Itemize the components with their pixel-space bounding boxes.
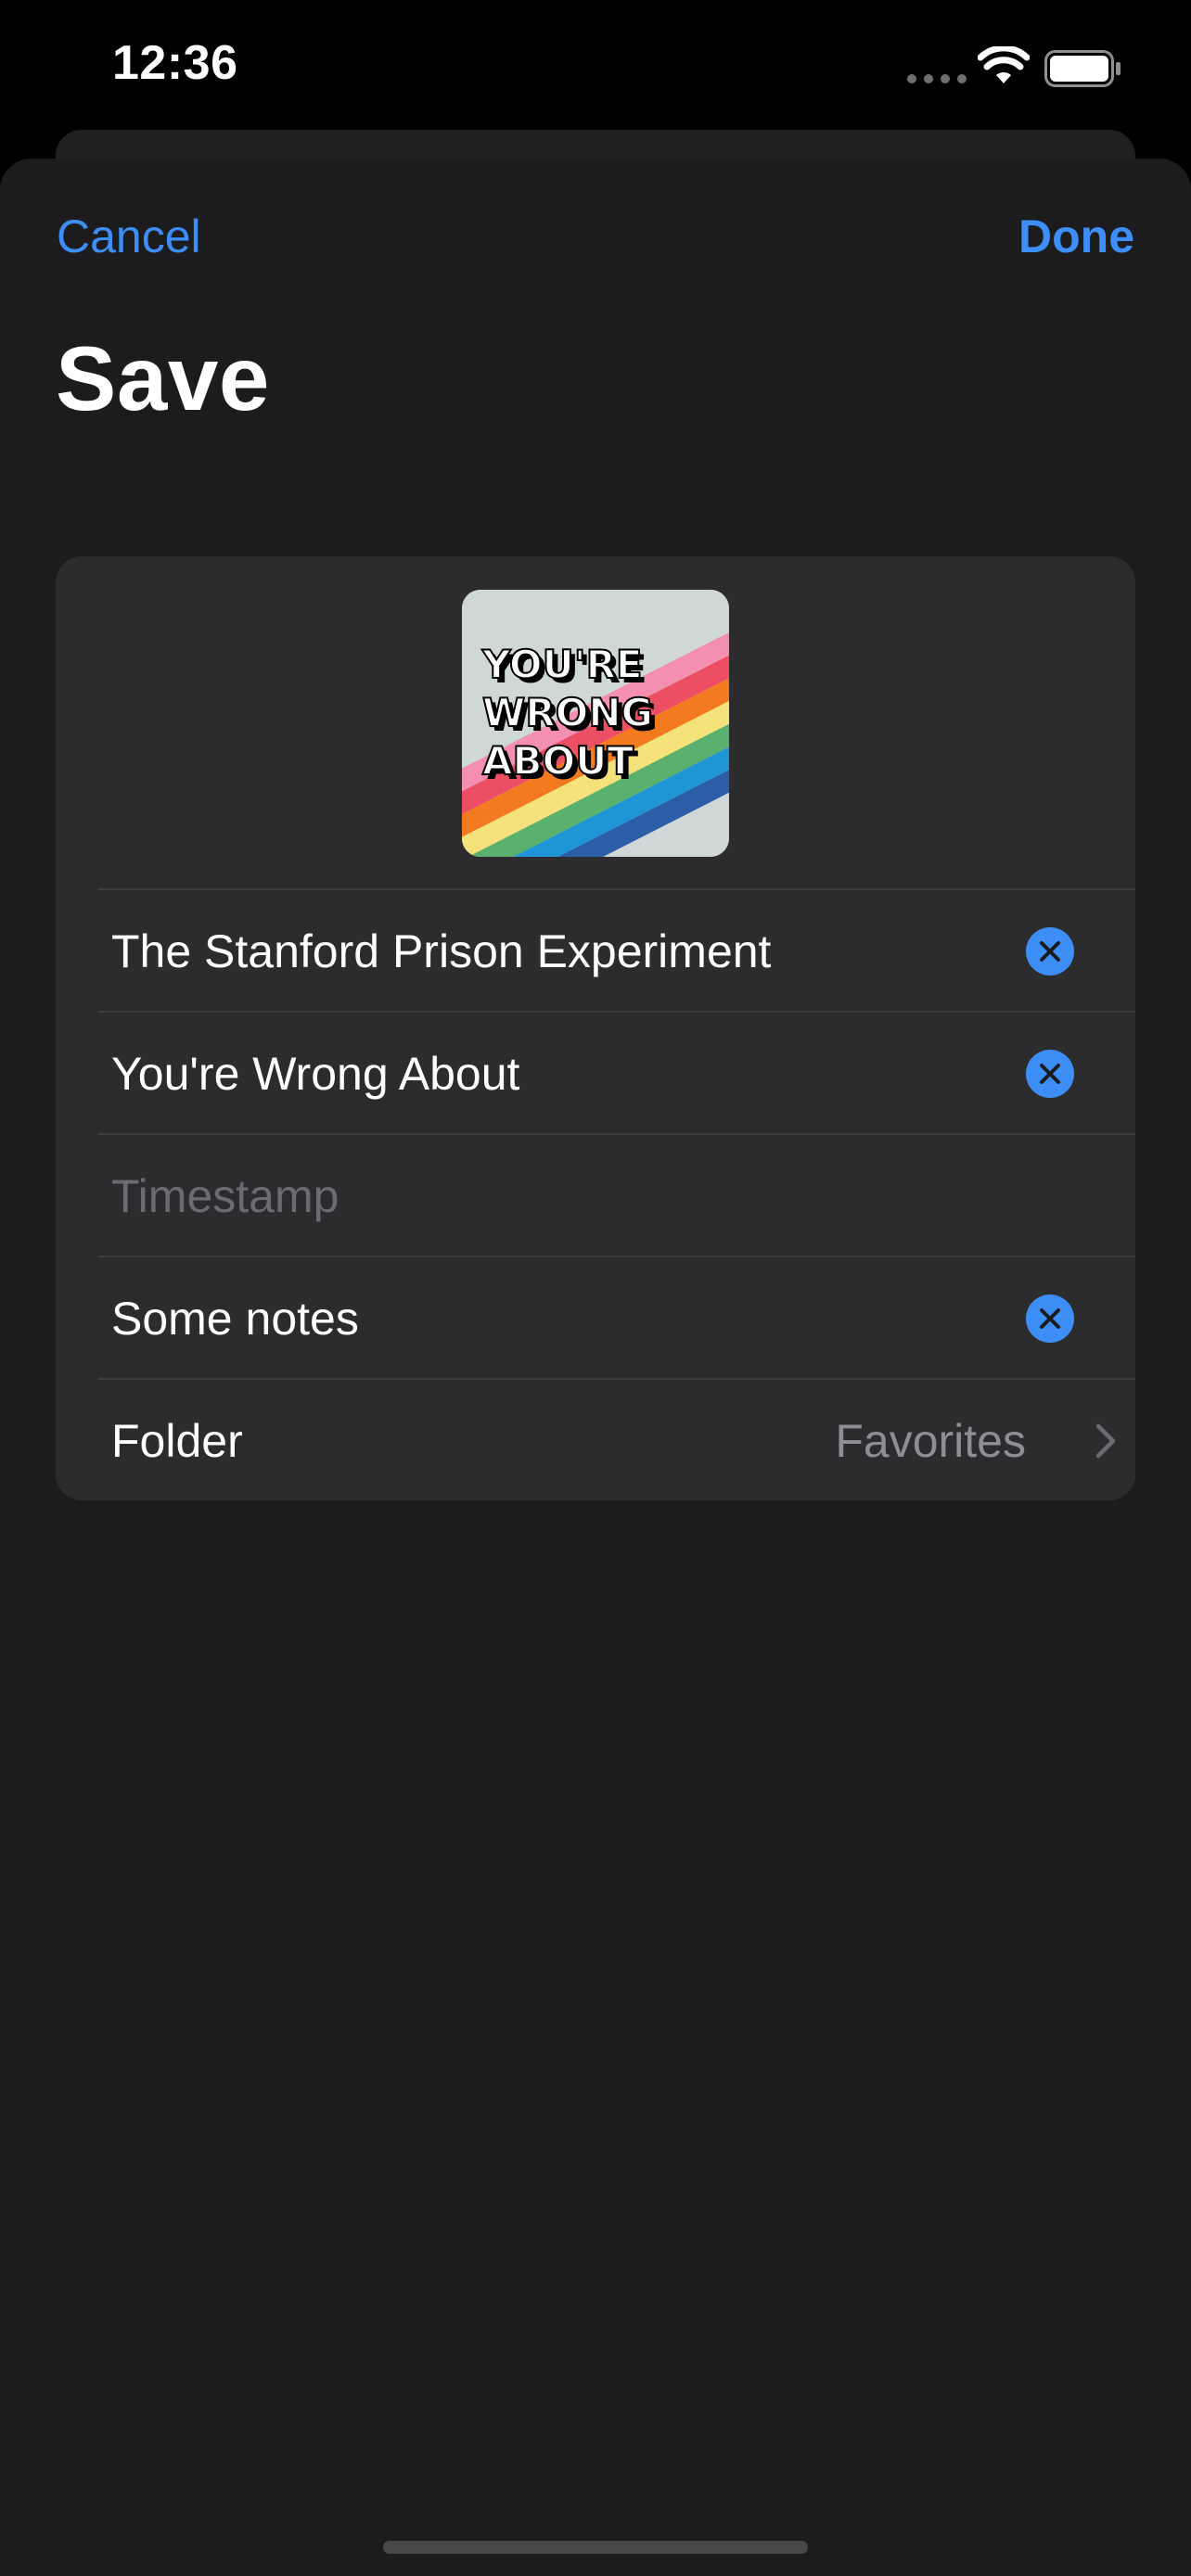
home-indicator[interactable] <box>383 2541 808 2554</box>
episode-title-value: The Stanford Prison Experiment <box>111 925 772 977</box>
podcast-artwork: YOU'RE YOU'RE WRONG WRONG ABOUT ABOUT <box>462 590 729 857</box>
folder-label: Folder <box>111 1415 243 1467</box>
page-title: Save <box>56 327 270 429</box>
notes-value: Some notes <box>111 1293 359 1345</box>
artwork-text-line-3-front: ABOUT <box>482 738 634 784</box>
podcast-name-field[interactable]: You're Wrong About <box>98 1011 1135 1135</box>
cellular-signal-icon <box>907 74 967 83</box>
clear-episode-title-button[interactable] <box>1026 927 1074 976</box>
save-form-card: YOU'RE YOU'RE WRONG WRONG ABOUT ABOUT Th… <box>56 556 1135 1500</box>
clear-icon <box>1040 1308 1060 1329</box>
clear-podcast-name-button[interactable] <box>1026 1050 1074 1098</box>
chevron-right-icon <box>1095 1423 1116 1459</box>
battery-icon <box>1044 50 1121 87</box>
timestamp-placeholder: Timestamp <box>111 1170 339 1222</box>
cancel-button[interactable]: Cancel <box>57 210 201 263</box>
podcast-name-value: You're Wrong About <box>111 1048 520 1100</box>
folder-value: Favorites <box>835 1415 1026 1467</box>
done-button[interactable]: Done <box>1018 210 1134 263</box>
folder-row[interactable]: Folder Favorites <box>98 1378 1135 1500</box>
status-time: 12:36 <box>112 36 238 90</box>
clear-icon <box>1040 1064 1060 1084</box>
episode-title-field[interactable]: The Stanford Prison Experiment <box>98 888 1135 1013</box>
clear-notes-button[interactable] <box>1026 1294 1074 1343</box>
status-bar: 12:36 <box>0 0 1191 139</box>
artwork-text-line-2-front: WRONG <box>482 690 653 735</box>
clear-icon <box>1040 941 1060 962</box>
notes-field[interactable]: Some notes <box>98 1256 1135 1380</box>
timestamp-field[interactable]: Timestamp <box>98 1133 1135 1257</box>
artwork-text-line-1-front: YOU'RE <box>481 642 643 687</box>
wifi-icon <box>978 46 1030 83</box>
